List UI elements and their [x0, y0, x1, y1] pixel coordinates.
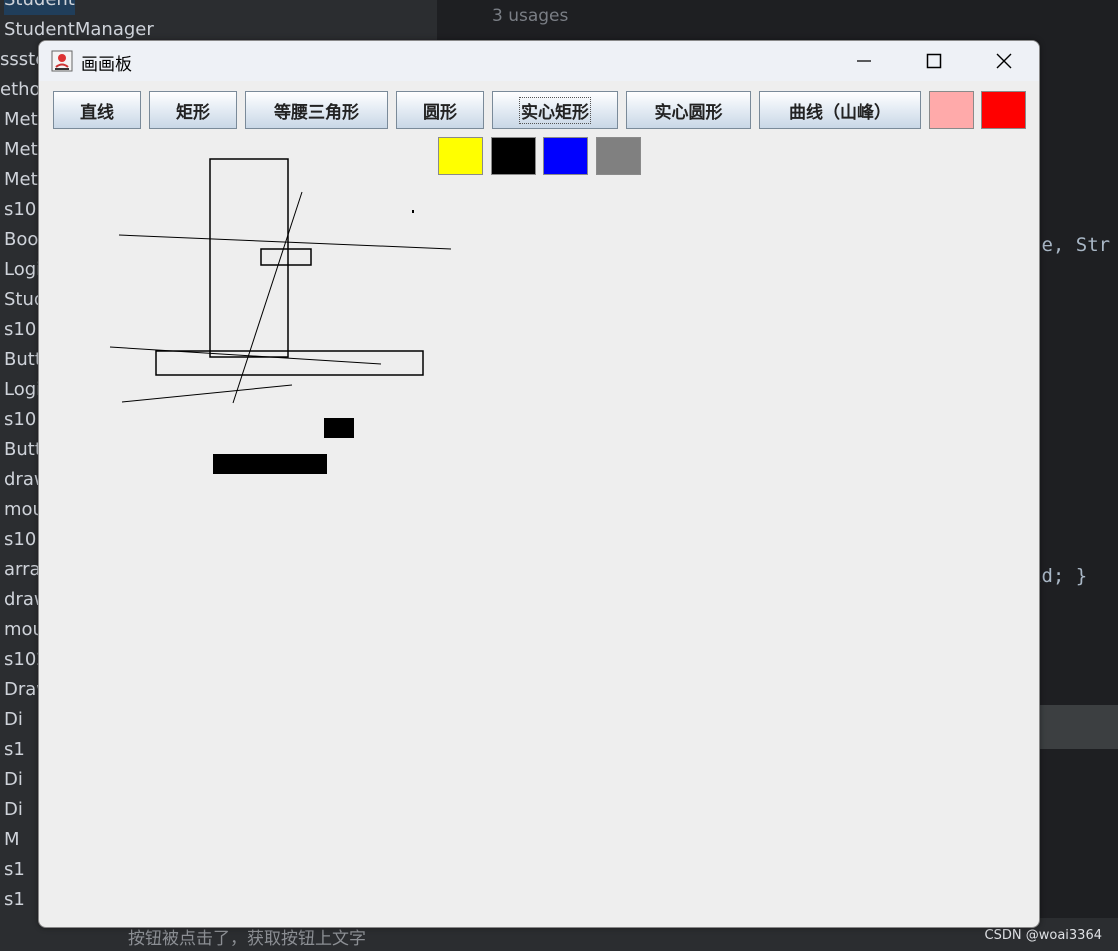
- project-tree-item[interactable]: Di: [4, 795, 23, 825]
- project-tree-item[interactable]: Di: [4, 705, 23, 735]
- project-tree-item[interactable]: Butt: [4, 435, 42, 465]
- drawn-rectangle: [155, 350, 424, 376]
- project-tree-item[interactable]: Logi: [4, 375, 41, 405]
- watermark: CSDN @woai3364: [984, 928, 1102, 943]
- drawn-rectangle: [209, 158, 289, 358]
- project-tree-item[interactable]: s1: [4, 885, 25, 915]
- project-tree-item[interactable]: Butt: [4, 345, 42, 375]
- project-tree-item[interactable]: Student: [4, 0, 75, 15]
- code-fragment: ge, Str: [1030, 234, 1111, 256]
- drawn-rectangle: [260, 248, 312, 266]
- drawn-line: [121, 384, 293, 403]
- drawn-dot: [412, 210, 414, 213]
- drawing-canvas[interactable]: [39, 41, 1039, 927]
- project-tree-item[interactable]: Met: [4, 135, 38, 165]
- project-tree-item[interactable]: Met: [4, 105, 38, 135]
- drawing-board-window: 画画板 直线 矩形 等腰三角形 圆形 实心矩形 实心圆形 曲线（山峰）: [38, 40, 1040, 928]
- project-tree-item[interactable]: Di: [4, 765, 23, 795]
- project-tree-item[interactable]: Boo: [4, 225, 38, 255]
- drawn-filled-rectangle: [213, 454, 327, 474]
- project-tree-item[interactable]: arra: [4, 555, 41, 585]
- project-tree-item[interactable]: Met: [4, 165, 38, 195]
- drawn-line: [118, 234, 452, 250]
- drawn-filled-rectangle: [324, 418, 354, 438]
- usages-hint: 3 usages: [492, 6, 569, 26]
- project-tree-item[interactable]: s1: [4, 855, 25, 885]
- project-tree-item[interactable]: s1: [4, 735, 25, 765]
- drawn-line: [109, 346, 382, 365]
- drawn-line: [232, 191, 303, 404]
- ide-panel: [1036, 705, 1118, 749]
- project-tree-item[interactable]: Logi: [4, 255, 41, 285]
- project-tree-item[interactable]: M: [4, 825, 20, 855]
